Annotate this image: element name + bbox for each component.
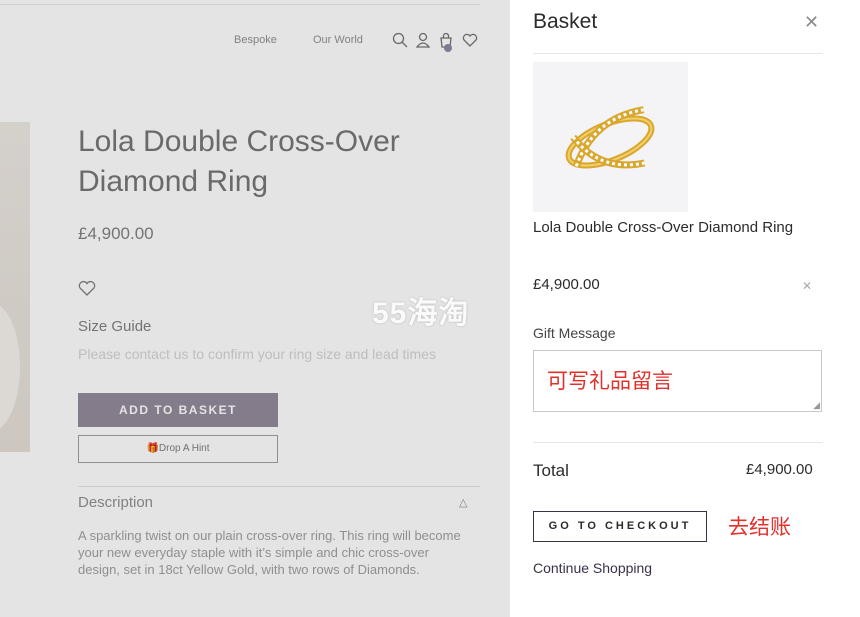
continue-shopping-link[interactable]: Continue Shopping [533,560,652,576]
divider [533,53,823,54]
remove-item-icon[interactable]: ✕ [802,279,812,293]
total-value: £4,900.00 [746,461,813,478]
basket-title: Basket [533,10,598,33]
total-label: Total [533,461,569,480]
basket-item-image [533,62,688,212]
gift-message-label: Gift Message [533,325,616,341]
basket-item-price: £4,900.00 [533,276,600,293]
divider [533,442,823,443]
watermark: 55海淘 [372,297,470,330]
checkout-button[interactable]: GO TO CHECKOUT [533,511,707,542]
basket-drawer: Basket ✕ Lola Double Cross-Over Diamond … [510,0,860,617]
close-icon[interactable]: ✕ [804,12,819,33]
checkout-annotation: 去结账 [728,516,791,539]
basket-item-name[interactable]: Lola Double Cross-Over Diamond Ring [533,218,813,237]
product-page: Bespoke Our World Lola Double Cross-Over… [0,0,510,617]
resize-grip-icon[interactable]: ◢ [813,400,820,411]
gift-message-annotation: 可写礼品留言 [547,370,673,393]
gift-message-field[interactable]: 可写礼品留言 ◢ [533,350,822,412]
